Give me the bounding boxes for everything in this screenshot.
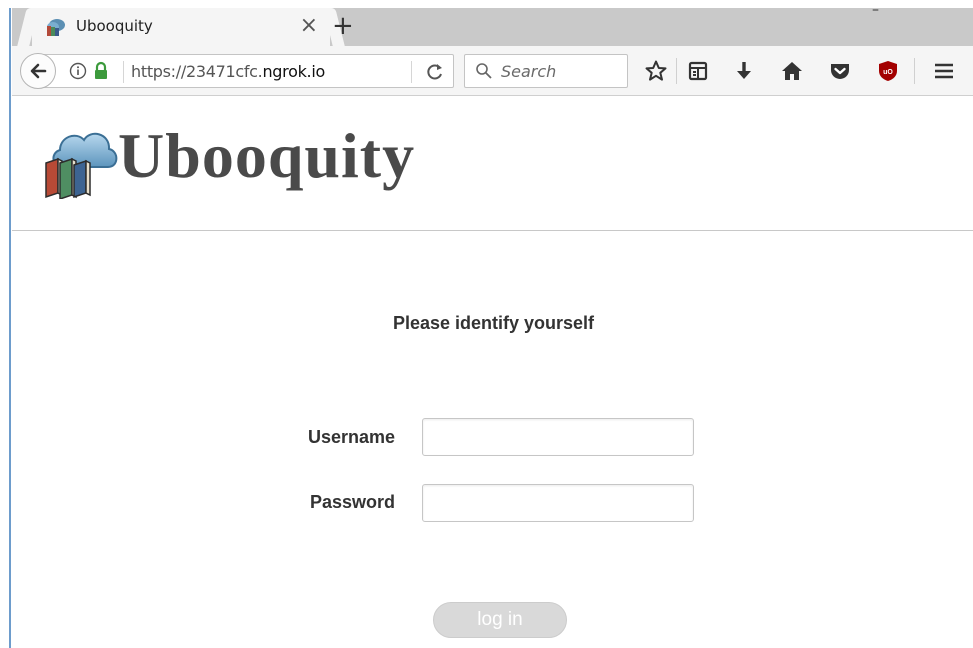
url-domain: ngrok.io bbox=[262, 62, 325, 81]
home-icon[interactable] bbox=[780, 59, 804, 83]
navigation-bar: https://23471cfc.ngrok.io Search uO bbox=[12, 46, 973, 96]
download-icon[interactable] bbox=[732, 59, 756, 83]
url-text[interactable]: https://23471cfc.ngrok.io bbox=[131, 62, 325, 81]
info-icon[interactable] bbox=[69, 62, 87, 80]
url-separator-right bbox=[411, 61, 412, 83]
username-input[interactable] bbox=[422, 418, 694, 456]
ubooquity-logo-icon bbox=[45, 132, 118, 199]
password-label: Password bbox=[309, 492, 395, 512]
back-button[interactable] bbox=[20, 53, 56, 89]
pocket-icon[interactable] bbox=[828, 59, 852, 83]
toolbar-separator bbox=[676, 58, 677, 84]
reload-icon[interactable] bbox=[425, 62, 445, 82]
password-input[interactable] bbox=[422, 484, 694, 522]
site-header: Ubooquity bbox=[12, 97, 973, 231]
brand-title: Ubooquity bbox=[118, 120, 416, 191]
url-prefix: https://23471cfc. bbox=[131, 62, 263, 81]
username-label: Username bbox=[307, 427, 395, 447]
page-content: Ubooquity Please identify yourself Usern… bbox=[12, 97, 973, 648]
minimize-button[interactable]: – bbox=[872, 2, 879, 18]
url-separator bbox=[123, 61, 124, 83]
ubooquity-favicon-icon bbox=[47, 19, 65, 36]
svg-text:uO: uO bbox=[883, 69, 893, 76]
tab-strip: Ubooquity × + – bbox=[12, 2, 973, 46]
search-placeholder: Search bbox=[501, 62, 557, 81]
new-tab-button[interactable]: + bbox=[332, 11, 354, 41]
lock-icon[interactable] bbox=[93, 61, 109, 81]
tab-ubooquity[interactable]: Ubooquity × bbox=[32, 8, 330, 46]
search-box[interactable]: Search bbox=[464, 54, 628, 88]
menu-icon[interactable] bbox=[932, 59, 956, 83]
login-button[interactable]: log in bbox=[433, 602, 567, 638]
ublock-icon[interactable]: uO bbox=[876, 59, 900, 83]
search-icon bbox=[476, 63, 492, 79]
reading-list-icon[interactable] bbox=[686, 59, 710, 83]
toolbar-separator bbox=[914, 58, 915, 84]
url-bar[interactable]: https://23471cfc.ngrok.io bbox=[40, 54, 454, 88]
tab-close-icon[interactable]: × bbox=[300, 13, 318, 39]
login-prompt: Please identify yourself bbox=[392, 313, 595, 333]
tab-title: Ubooquity bbox=[76, 17, 153, 35]
window-border bbox=[9, 8, 11, 648]
back-arrow-icon bbox=[30, 63, 47, 79]
star-icon[interactable] bbox=[644, 59, 668, 83]
